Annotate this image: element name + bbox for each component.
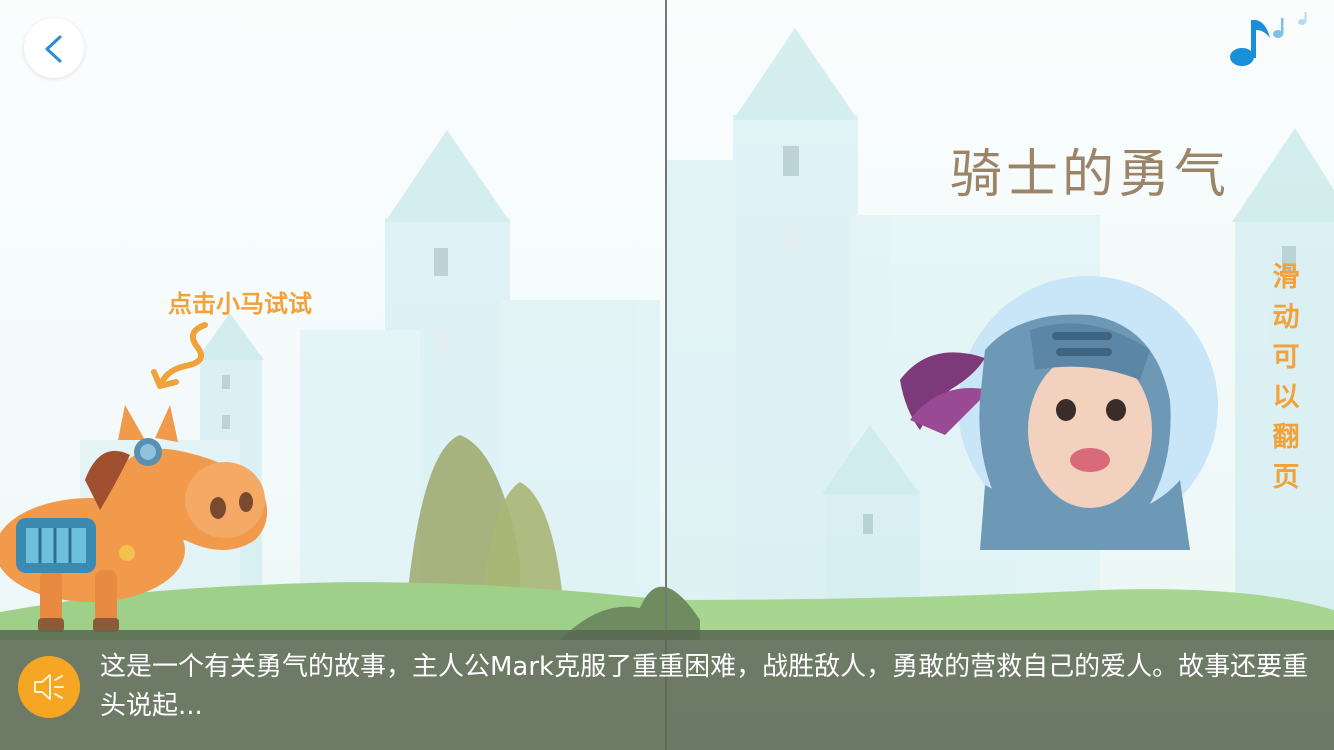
story-title: 骑士的勇气 xyxy=(950,145,1231,205)
swipe-to-turn-hint: 滑 动 可 以 翻 页 xyxy=(1268,258,1304,498)
speaker-icon xyxy=(34,674,64,700)
swipe-hint-char: 以 xyxy=(1272,382,1300,413)
speaker-button[interactable] xyxy=(18,656,80,718)
storybook-scene[interactable]: 点击小马试试 骑士的勇气 滑 动 可 以 翻 页 这是一个有关勇气的故事，主人公… xyxy=(0,0,1334,750)
pony-illustration[interactable] xyxy=(0,400,280,640)
caption-bar: 这是一个有关勇气的故事，主人公Mark克服了重重困难，战胜敌人，勇敢的营救自己的… xyxy=(0,630,1334,750)
swipe-hint-char: 翻 xyxy=(1272,422,1300,453)
squiggle-arrow-icon xyxy=(151,322,208,389)
tap-pony-hint: 点击小马试试 xyxy=(168,290,312,318)
knight-avatar-photo xyxy=(900,276,1218,550)
swipe-hint-char: 页 xyxy=(1272,462,1300,493)
story-caption-text: 这是一个有关勇气的故事，主人公Mark克服了重重困难，战胜敌人，勇敢的营救自己的… xyxy=(100,652,1309,721)
swipe-hint-char: 滑 xyxy=(1272,262,1300,293)
back-button[interactable] xyxy=(24,18,84,78)
swipe-hint-char: 动 xyxy=(1272,302,1300,333)
swipe-hint-char: 可 xyxy=(1272,342,1300,373)
chevron-left-icon xyxy=(45,35,62,63)
music-notes-icon[interactable] xyxy=(1226,12,1318,70)
